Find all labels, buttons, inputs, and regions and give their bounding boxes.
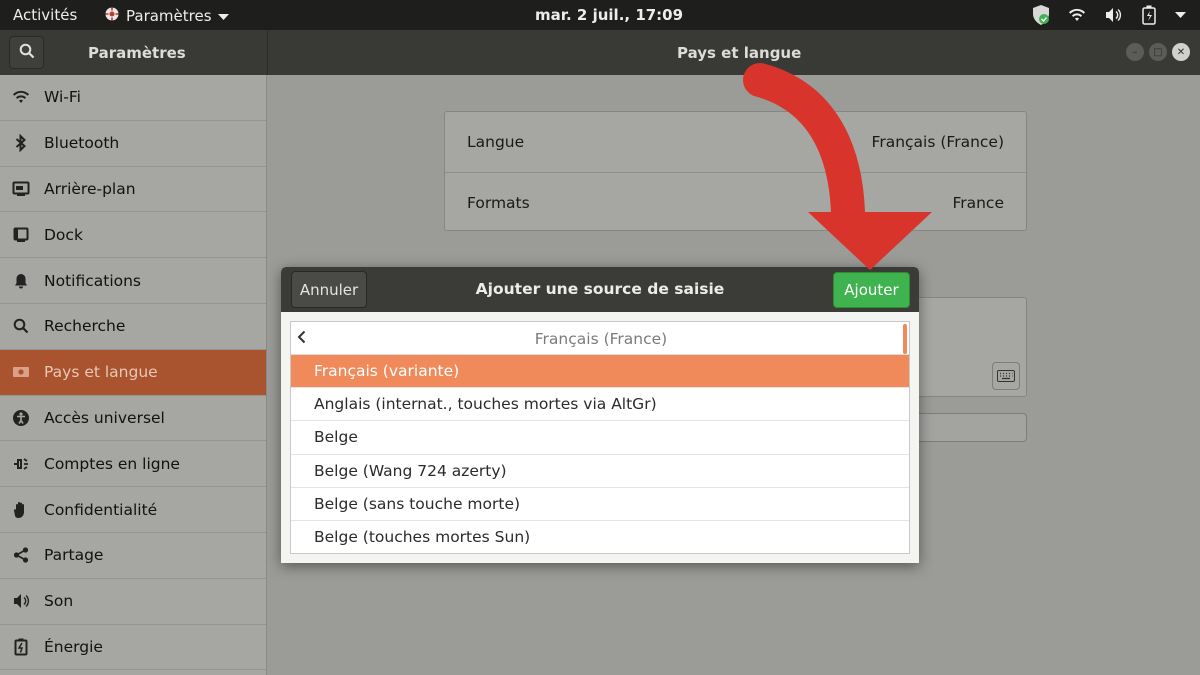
dialog-title: Ajouter une source de saisie [475,280,725,298]
speaker-icon [0,593,44,609]
header-divider [267,30,268,75]
list-item[interactable]: Belge (touches mortes Sun) [291,521,909,553]
list-item[interactable]: Belge [291,421,909,455]
keyboard-icon [997,367,1015,386]
language-row[interactable]: Langue Français (France) [445,112,1026,172]
sidebar-item-label: Wi-Fi [44,88,81,107]
sidebar-item-background[interactable]: Arrière-plan [0,167,266,213]
close-button[interactable]: ✕ [1172,43,1190,61]
system-tray[interactable] [1030,4,1186,26]
sidebar-item-privacy[interactable]: Confidentialité [0,487,266,533]
activities-button[interactable]: Activités [13,6,77,24]
add-input-source-dialog: Annuler Ajouter une source de saisie Ajo… [281,267,919,563]
bell-icon [0,273,44,289]
maximize-button[interactable]: □ [1149,43,1167,61]
wifi-icon[interactable] [1066,4,1088,26]
app-menu[interactable]: Paramètres [104,6,229,26]
sidebar-item-notifications[interactable]: Notifications [0,258,266,304]
header-bar: Paramètres Pays et langue – □ ✕ [0,30,1200,75]
formats-label: Formats [467,194,530,212]
sidebar-item-label: Pays et langue [44,363,158,382]
sidebar-item-online-accounts[interactable]: Comptes en ligne [0,441,266,488]
sidebar-item-label: Énergie [44,637,103,656]
search-icon [19,43,35,63]
formats-row[interactable]: Formats France [445,172,1026,232]
close-icon: ✕ [1176,46,1186,58]
page-title: Pays et langue [677,44,802,62]
language-formats-card: Langue Français (France) Formats France [444,111,1027,231]
list-item[interactable]: Anglais (internat., touches mortes via A… [291,388,909,422]
accessibility-icon [0,409,44,427]
keyboard-layout-button[interactable] [992,362,1020,390]
scrollbar[interactable] [903,324,907,354]
sidebar-item-search[interactable]: Recherche [0,304,266,350]
list-item[interactable]: Belge (Wang 724 azerty) [291,455,909,488]
list-item[interactable]: Belge (sans touche morte) [291,488,909,521]
maximize-icon: □ [1153,46,1163,58]
chevron-down-icon [217,7,229,25]
minimize-icon: – [1132,46,1138,58]
volume-icon[interactable] [1102,4,1124,26]
sidebar: Wi-Fi Bluetooth Arrière-plan Dock Notifi… [0,75,267,675]
flag-icon [0,365,44,379]
battery-icon[interactable] [1138,4,1160,26]
power-icon [0,638,44,656]
sidebar-item-sound[interactable]: Son [0,579,266,625]
list-header[interactable]: Français (France) [291,322,909,355]
hand-icon [0,501,44,519]
sidebar-item-accessibility[interactable]: Accès universel [0,396,266,442]
sidebar-item-sharing[interactable]: Partage [0,533,266,579]
sidebar-item-dock[interactable]: Dock [0,212,266,259]
background-icon [0,181,44,197]
language-label: Langue [467,133,525,151]
sidebar-item-power[interactable]: Énergie [0,625,266,671]
shield-icon[interactable] [1030,4,1052,26]
input-source-list: Français (France) Français (variante) An… [290,321,910,554]
sidebar-item-label: Confidentialité [44,500,158,519]
sidebar-item-label: Comptes en ligne [44,454,180,473]
sidebar-item-label: Notifications [44,271,142,290]
sidebar-title: Paramètres [88,44,186,62]
list-item[interactable]: Français (variante) [291,355,909,389]
sidebar-item-label: Son [44,592,74,611]
settings-gear-icon [104,6,120,26]
dock-icon [0,227,44,243]
sidebar-item-wifi[interactable]: Wi-Fi [0,75,266,121]
sidebar-item-label: Bluetooth [44,134,120,153]
add-button[interactable]: Ajouter [833,272,910,308]
app-menu-label: Paramètres [126,7,212,25]
sidebar-item-label: Recherche [44,317,126,336]
sidebar-item-region-language[interactable]: Pays et langue [0,349,266,396]
window-controls: – □ ✕ [1126,43,1190,61]
bluetooth-icon [0,134,44,153]
sidebar-item-bluetooth[interactable]: Bluetooth [0,121,266,167]
share-icon [0,547,44,563]
search-button[interactable] [9,36,44,69]
minimize-button[interactable]: – [1126,43,1144,61]
wifi-icon [0,90,44,104]
formats-value: France [952,194,1004,212]
sidebar-item-label: Accès universel [44,408,165,427]
list-header-title: Français (France) [534,330,668,348]
sidebar-item-label: Partage [44,546,104,565]
search-icon [0,318,44,334]
sidebar-item-label: Dock [44,225,83,244]
sidebar-item-label: Arrière-plan [44,179,136,198]
online-accounts-icon [0,456,44,472]
dialog-header: Annuler Ajouter une source de saisie Ajo… [281,267,919,312]
chevron-down-icon[interactable] [1174,4,1186,26]
top-bar: Activités Paramètres mar. 2 juil., 17:09 [0,0,1200,30]
clock[interactable]: mar. 2 juil., 17:09 [535,6,683,24]
language-value: Français (France) [871,133,1004,151]
